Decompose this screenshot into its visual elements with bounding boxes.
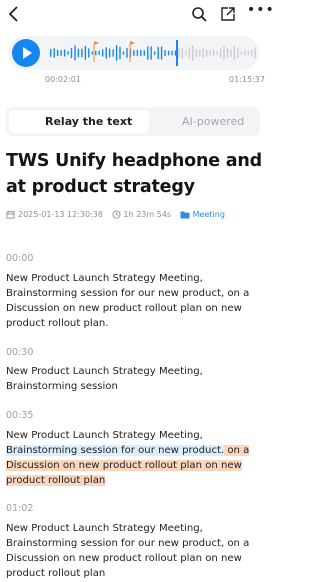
waveform-bar	[150, 46, 152, 60]
waveform-bar	[53, 48, 55, 58]
waveform-bar	[233, 45, 236, 61]
page-title: TWS Unify headphone and at product strat…	[6, 151, 263, 197]
clock-icon	[111, 210, 121, 219]
top-bar: •••	[0, 0, 274, 28]
waveform-bar	[160, 46, 163, 60]
waveform-bar	[226, 48, 229, 58]
waveform-bar	[63, 49, 66, 57]
waveform-bar	[77, 48, 80, 58]
tab-ai-powered[interactable]: AI-powered	[182, 115, 244, 128]
waveform-bar	[254, 47, 256, 59]
waveform-bar	[174, 50, 177, 56]
tab-relay-text-label[interactable]: Relay the text	[45, 115, 132, 128]
waveform-bar	[126, 48, 128, 58]
waveform-bar	[185, 50, 187, 56]
waveform-bar	[122, 51, 125, 55]
transcript-text: New Product Launch Strategy Meeting,	[6, 430, 203, 441]
waveform-bar	[202, 47, 204, 59]
bookmark-flag-icon[interactable]	[130, 41, 135, 45]
back-icon[interactable]	[6, 4, 22, 24]
waveform-bar	[115, 45, 118, 61]
waveform-bar	[84, 45, 87, 60]
meta-datetime: 2025-01-13 12:30:38	[18, 210, 103, 219]
waveform-bar	[70, 47, 73, 59]
waveform-bar	[164, 49, 166, 57]
waveform-bar	[147, 46, 149, 60]
waveform-bar	[209, 50, 211, 56]
folder-icon	[180, 211, 190, 219]
waveform-bar	[98, 50, 100, 56]
meta-row: 2025-01-13 12:30:38 1h 23m 54s Meeting	[6, 210, 225, 224]
waveform-bar	[154, 51, 156, 55]
calendar-icon	[6, 210, 15, 219]
waveform[interactable]	[48, 40, 256, 66]
waveform-bar	[56, 49, 59, 57]
meta-folder[interactable]: Meeting	[193, 210, 225, 219]
timestamp[interactable]: 00:30	[6, 347, 33, 358]
waveform-bar	[60, 50, 62, 56]
waveform-bar	[219, 48, 222, 58]
transcript-paragraph: New Product Launch Strategy Meeting, Bra…	[6, 523, 250, 579]
timestamp[interactable]: 00:35	[6, 410, 33, 421]
more-icon[interactable]: •••	[247, 2, 275, 18]
waveform-bar	[178, 48, 180, 58]
waveform-bar	[140, 49, 142, 57]
waveform-bar	[50, 49, 52, 57]
waveform-bar	[199, 49, 201, 57]
playhead[interactable]	[176, 40, 178, 66]
waveform-bar	[157, 46, 159, 60]
share-icon[interactable]	[220, 6, 236, 22]
timestamp[interactable]: 00:00	[6, 253, 33, 264]
waveform-bar	[67, 51, 69, 55]
waveform-bar	[244, 50, 246, 56]
waveform-bar	[251, 49, 253, 57]
waveform-bar	[102, 49, 104, 57]
waveform-bar	[195, 48, 197, 58]
total-time: 01:15:37	[229, 75, 265, 84]
waveform-bar	[167, 50, 170, 56]
bookmark-flag-icon[interactable]	[94, 41, 99, 45]
audio-player	[8, 36, 259, 70]
waveform-bar	[133, 50, 135, 56]
waveform-bar	[112, 49, 114, 57]
waveform-bar	[247, 50, 249, 56]
waveform-bar	[119, 46, 121, 60]
waveform-bar	[188, 47, 191, 60]
current-time: 00:02:01	[45, 75, 81, 84]
waveform-bar	[95, 50, 97, 56]
view-tabs: Relay the text AI-powered	[6, 107, 260, 136]
meta-duration: 1h 23m 54s	[123, 210, 172, 219]
timestamp[interactable]: 01:02	[6, 503, 33, 514]
transcript-paragraph-highlighted: New Product Launch Strategy Meeting, Bra…	[6, 428, 262, 488]
waveform-bar	[223, 45, 225, 61]
waveform-bar	[192, 45, 194, 61]
waveform-bar	[212, 49, 215, 57]
waveform-bar	[105, 47, 107, 59]
waveform-bar	[181, 47, 184, 59]
waveform-bar	[240, 51, 243, 55]
play-icon[interactable]	[12, 39, 40, 67]
transcript-paragraph: New Product Launch Strategy Meeting, Bra…	[6, 366, 203, 392]
waveform-bar	[171, 50, 173, 56]
search-icon[interactable]	[191, 6, 207, 22]
waveform-bar	[206, 49, 208, 57]
transcript-paragraph: New Product Launch Strategy Meeting, Bra…	[6, 273, 250, 329]
waveform-bar	[81, 48, 83, 58]
waveform-bar	[143, 50, 145, 56]
waveform-bar	[88, 48, 90, 58]
waveform-bar	[108, 48, 111, 58]
waveform-bar	[91, 51, 93, 55]
highlight-blue-text[interactable]: Brainstorming session for our new produc…	[6, 445, 225, 456]
waveform-bar	[230, 49, 232, 57]
waveform-bar	[74, 45, 76, 61]
waveform-bar	[136, 49, 139, 57]
waveform-bar	[237, 47, 239, 59]
waveform-bar	[216, 50, 218, 56]
